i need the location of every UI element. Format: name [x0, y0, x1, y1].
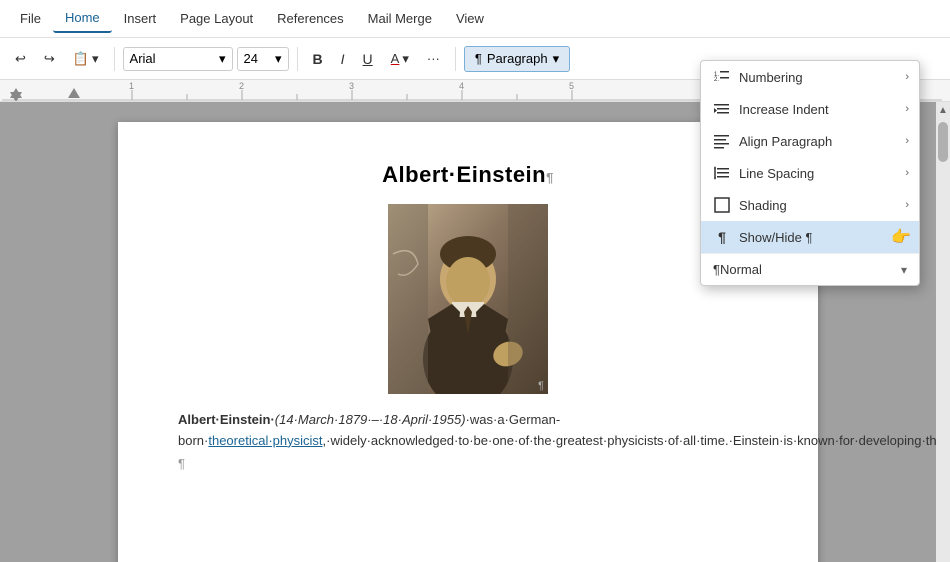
scroll-up-button[interactable]: ▲	[936, 102, 950, 118]
line-spacing-chevron: ›	[905, 167, 909, 179]
paragraph-arrow: ▾	[553, 51, 560, 67]
show-hide-icon: ¶	[713, 229, 731, 245]
svg-text:4: 4	[459, 81, 464, 91]
numbering-label: Numbering	[739, 70, 803, 85]
einstein-photo-bg	[388, 204, 548, 394]
paragraph-mark: ¶	[178, 456, 758, 471]
clipboard-arrow: ▾	[92, 51, 99, 67]
menubar: File Home Insert Page Layout References …	[0, 0, 950, 38]
einstein-dates: (14·March·1879·–·18·April·1955)	[275, 412, 466, 427]
bold-button[interactable]: B	[306, 46, 330, 72]
svg-text:2: 2	[239, 81, 244, 91]
image-pilcrow: ¶	[538, 380, 544, 392]
menu-mail-merge[interactable]: Mail Merge	[356, 5, 444, 32]
font-dropdown-arrow: ▾	[219, 51, 226, 67]
divider-2	[297, 47, 298, 71]
paragraph-dropdown: 1. 2. Numbering › Increase Indent ›	[700, 60, 920, 286]
align-paragraph-label: Align Paragraph	[739, 134, 832, 149]
shading-label: Shading	[739, 198, 787, 213]
font-color-button[interactable]: A ▾	[384, 46, 416, 72]
numbering-icon: 1. 2.	[713, 69, 731, 85]
divider-3	[455, 47, 456, 71]
font-size-label: 24	[244, 51, 258, 66]
italic-button[interactable]: I	[334, 46, 352, 72]
paragraph-label: Paragraph	[487, 51, 548, 66]
dropdown-show-hide[interactable]: ¶ Show/Hide ¶ 👉	[701, 221, 919, 253]
numbering-chevron: ›	[905, 71, 909, 83]
menu-insert[interactable]: Insert	[112, 5, 169, 32]
redo-button[interactable]: ↪	[37, 46, 62, 72]
clipboard-button[interactable]: 📋 ▾	[66, 46, 106, 72]
increase-indent-chevron: ›	[905, 103, 909, 115]
svg-text:3: 3	[349, 81, 354, 91]
menu-home[interactable]: Home	[53, 4, 112, 33]
font-selector[interactable]: Arial ▾	[123, 47, 233, 71]
show-hide-label: Show/Hide ¶	[739, 230, 812, 245]
einstein-name-bold: Albert·Einstein·	[178, 412, 275, 427]
title-pilcrow: ¶	[546, 170, 554, 185]
paragraph-icon: ¶	[475, 51, 482, 66]
style-label: ¶Normal	[713, 262, 901, 277]
divider-1	[114, 47, 115, 71]
paragraph-button[interactable]: ¶ Paragraph ▾	[464, 46, 570, 72]
menu-view[interactable]: View	[444, 5, 496, 32]
page-body-text: Albert·Einstein·(14·March·1879·–·18·Apri…	[178, 410, 758, 452]
undo-button[interactable]: ↩	[8, 46, 33, 72]
font-size-arrow: ▾	[275, 51, 282, 67]
dropdown-line-spacing[interactable]: Line Spacing ›	[701, 157, 919, 189]
svg-text:1: 1	[129, 81, 134, 91]
dropdown-align-paragraph[interactable]: Align Paragraph ›	[701, 125, 919, 157]
increase-indent-label: Increase Indent	[739, 102, 829, 117]
dropdown-numbering[interactable]: 1. 2. Numbering ›	[701, 61, 919, 93]
cursor-hand-icon: 👉	[891, 227, 911, 247]
dropdown-style-row[interactable]: ¶Normal ▾	[701, 253, 919, 285]
dropdown-shading[interactable]: Shading ›	[701, 189, 919, 221]
font-name-label: Arial	[130, 51, 156, 66]
more-button[interactable]: ···	[420, 46, 447, 71]
line-spacing-icon	[713, 165, 731, 181]
menu-page-layout[interactable]: Page Layout	[168, 5, 265, 32]
clipboard-icon: 📋	[73, 51, 89, 67]
align-paragraph-icon	[713, 133, 731, 149]
increase-indent-icon	[713, 101, 731, 117]
underline-button[interactable]: U	[356, 46, 380, 72]
theoretical-physicist-link[interactable]: theoretical·physicist	[208, 433, 322, 448]
line-spacing-label: Line Spacing	[739, 166, 814, 181]
einstein-image: ¶	[388, 204, 548, 394]
vertical-scrollbar[interactable]: ▲	[936, 102, 950, 562]
shading-chevron: ›	[905, 199, 909, 211]
svg-text:5: 5	[569, 81, 574, 91]
align-paragraph-chevron: ›	[905, 135, 909, 147]
font-color-arrow: ▾	[402, 51, 409, 67]
document-title: Albert·Einstein¶	[178, 162, 758, 188]
font-size-selector[interactable]: 24 ▾	[237, 47, 289, 71]
style-arrow: ▾	[901, 263, 907, 277]
font-color-icon: A	[391, 51, 400, 66]
dropdown-increase-indent[interactable]: Increase Indent ›	[701, 93, 919, 125]
menu-references[interactable]: References	[265, 5, 355, 32]
svg-text:2.: 2.	[714, 77, 719, 83]
scroll-thumb[interactable]	[938, 122, 948, 162]
shading-icon	[713, 197, 731, 213]
menu-file[interactable]: File	[8, 5, 53, 32]
